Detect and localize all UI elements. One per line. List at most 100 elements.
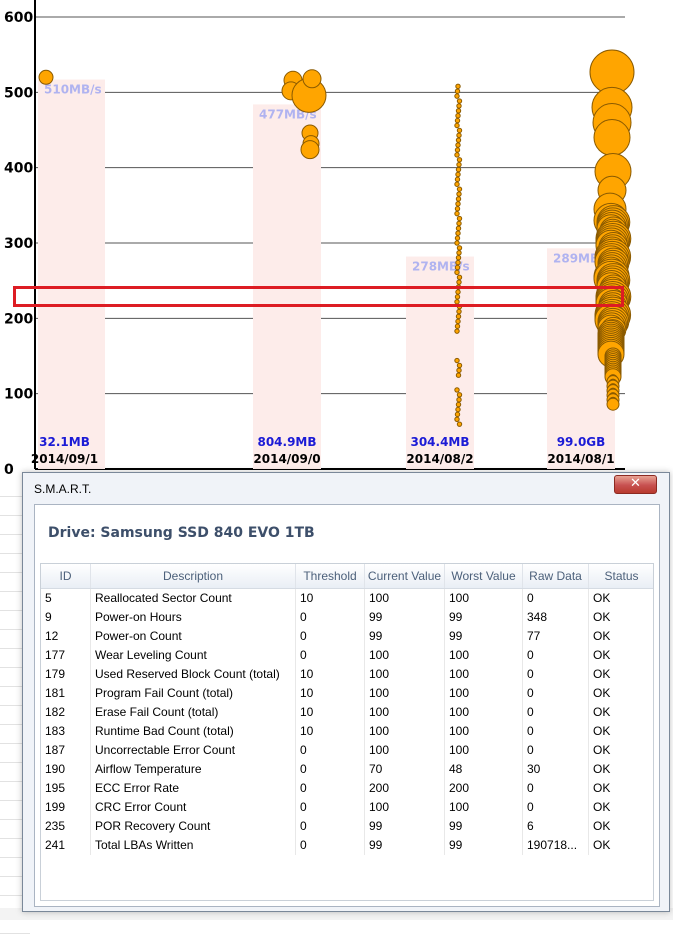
table-row[interactable]: 235 POR Recovery Count 0 99 99 6 OK	[41, 817, 653, 836]
table-cell-id: 182	[41, 703, 91, 722]
data-bubble	[456, 308, 462, 315]
data-bubble	[456, 303, 463, 310]
size-label: 804.9MB	[257, 435, 316, 449]
data-bubble	[454, 152, 460, 158]
data-bubble	[454, 411, 461, 418]
title-bar[interactable]: S.M.A.R.T. ✕	[23, 473, 669, 503]
table-row[interactable]: 181 Program Fail Count (total) 10 100 100 0 OK	[41, 684, 653, 703]
table-cell-status: OK	[589, 836, 653, 855]
table-cell-worst: 100	[445, 646, 523, 665]
data-bubble	[456, 215, 463, 222]
table-cell-raw: 77	[523, 627, 589, 646]
column-header[interactable]: ID	[41, 564, 91, 588]
data-bubble	[455, 142, 461, 148]
table-cell-current: 99	[365, 627, 445, 646]
data-bubble	[456, 392, 463, 398]
table-row[interactable]: 241 Total LBAs Written 0 99 99 190718... OK	[41, 836, 653, 855]
table-cell-id: 9	[41, 608, 91, 627]
table-cell-current: 99	[365, 836, 445, 855]
table-row[interactable]: 195 ECC Error Rate 0 200 200 0 OK	[41, 779, 653, 798]
size-label: 99.0GB	[557, 435, 606, 449]
table-cell-id: 199	[41, 798, 91, 817]
data-bubble	[456, 98, 463, 104]
table-row[interactable]: 179 Used Reserved Block Count (total) 10 10…	[41, 665, 653, 684]
table-row[interactable]: 9 Power-on Hours 0 99 99 348 OK	[41, 608, 653, 627]
column-header[interactable]: Raw Data	[523, 564, 589, 588]
table-cell-raw: 348	[523, 608, 589, 627]
data-bubble	[456, 132, 462, 138]
table-cell-worst: 99	[445, 627, 523, 646]
table-row[interactable]: 177 Wear Leveling Count 0 100 100 0 OK	[41, 646, 653, 665]
data-bubble	[38, 69, 54, 85]
table-cell-current: 100	[365, 589, 445, 608]
data-bubble	[455, 372, 462, 378]
table-cell-status: OK	[589, 665, 653, 684]
table-row[interactable]: 199 CRC Error Count 0 100 100 0 OK	[41, 798, 653, 817]
close-button[interactable]: ✕	[614, 475, 657, 494]
table-row[interactable]: 182 Erase Fail Count (total) 10 100 100 0 OK	[41, 703, 653, 722]
table-cell-worst: 100	[445, 798, 523, 817]
column-header[interactable]: Worst Value	[445, 564, 523, 588]
table-cell-status: OK	[589, 703, 653, 722]
table-row[interactable]: 12 Power-on Count 0 99 99 77 OK	[41, 627, 653, 646]
table-cell-worst: 99	[445, 836, 523, 855]
table-cell-raw: 6	[523, 817, 589, 836]
data-bubble	[455, 284, 462, 290]
table-cell-desc: CRC Error Count	[91, 798, 296, 817]
table-cell-desc: Used Reserved Block Count (total)	[91, 665, 296, 684]
date-label: 2014/08/2	[406, 452, 473, 466]
table-cell-desc: Reallocated Sector Count	[91, 589, 296, 608]
y-tick-label: 400	[4, 161, 33, 177]
table-cell-threshold: 10	[296, 703, 365, 722]
table-cell-threshold: 10	[296, 722, 365, 741]
table-cell-desc: POR Recovery Count	[91, 817, 296, 836]
data-bubble	[456, 250, 462, 256]
table-cell-status: OK	[589, 741, 653, 760]
data-bubble	[454, 181, 460, 187]
data-bubble	[455, 83, 461, 90]
y-tick-label: 0	[4, 462, 14, 476]
table-cell-raw: 0	[523, 798, 589, 817]
speed-chart: 600 500 400 300 200 100 0 510MB/s 477MB/s 278MB/s…	[0, 0, 673, 476]
table-cell-status: OK	[589, 646, 653, 665]
data-bubble	[454, 299, 460, 305]
smart-table[interactable]: ID Description Threshold Current Value Worst…	[40, 563, 654, 901]
data-bubble	[456, 367, 462, 374]
table-cell-worst: 100	[445, 589, 523, 608]
table-cell-current: 100	[365, 722, 445, 741]
data-bubble	[454, 387, 460, 393]
data-bubble	[456, 245, 463, 251]
table-cell-id: 241	[41, 836, 91, 855]
table-row[interactable]: 190 Airflow Temperature 0 70 48 30 OK	[41, 760, 653, 779]
table-cell-status: OK	[589, 684, 653, 703]
data-bubble	[455, 406, 461, 413]
column-header[interactable]: Description	[91, 564, 296, 588]
table-cell-threshold: 0	[296, 741, 365, 760]
data-bubble	[454, 416, 460, 422]
data-bubble	[456, 421, 463, 427]
table-cell-worst: 48	[445, 760, 523, 779]
table-cell-current: 100	[365, 703, 445, 722]
table-cell-desc: Wear Leveling Count	[91, 646, 296, 665]
column-header[interactable]: Current Value	[365, 564, 445, 588]
table-cell-raw: 0	[523, 589, 589, 608]
data-bubble	[454, 122, 460, 129]
data-bubble	[455, 225, 462, 232]
column-header[interactable]: Status	[589, 564, 653, 588]
speed-label: 278MB/s	[412, 260, 470, 274]
table-row[interactable]: 183 Runtime Bad Count (total) 10 100 100 0 OK	[41, 722, 653, 741]
data-bubble	[454, 269, 460, 276]
chart-svg: 6005004003002001000510MB/s477MB/s278MB/s…	[4, 0, 635, 476]
table-cell-current: 100	[365, 646, 445, 665]
table-cell-raw: 0	[523, 665, 589, 684]
table-row[interactable]: 5 Reallocated Sector Count 10 100 100 0 OK	[41, 589, 653, 608]
table-cell-id: 190	[41, 760, 91, 779]
table-cell-worst: 99	[445, 817, 523, 836]
data-bubble	[455, 108, 462, 114]
table-cell-raw: 0	[523, 646, 589, 665]
column-header[interactable]: Threshold	[296, 564, 365, 588]
data-bubble	[455, 196, 462, 202]
data-bubble	[455, 113, 461, 119]
table-cell-current: 100	[365, 798, 445, 817]
table-row[interactable]: 187 Uncorrectable Error Count 0 100 100 0 OK	[41, 741, 653, 760]
